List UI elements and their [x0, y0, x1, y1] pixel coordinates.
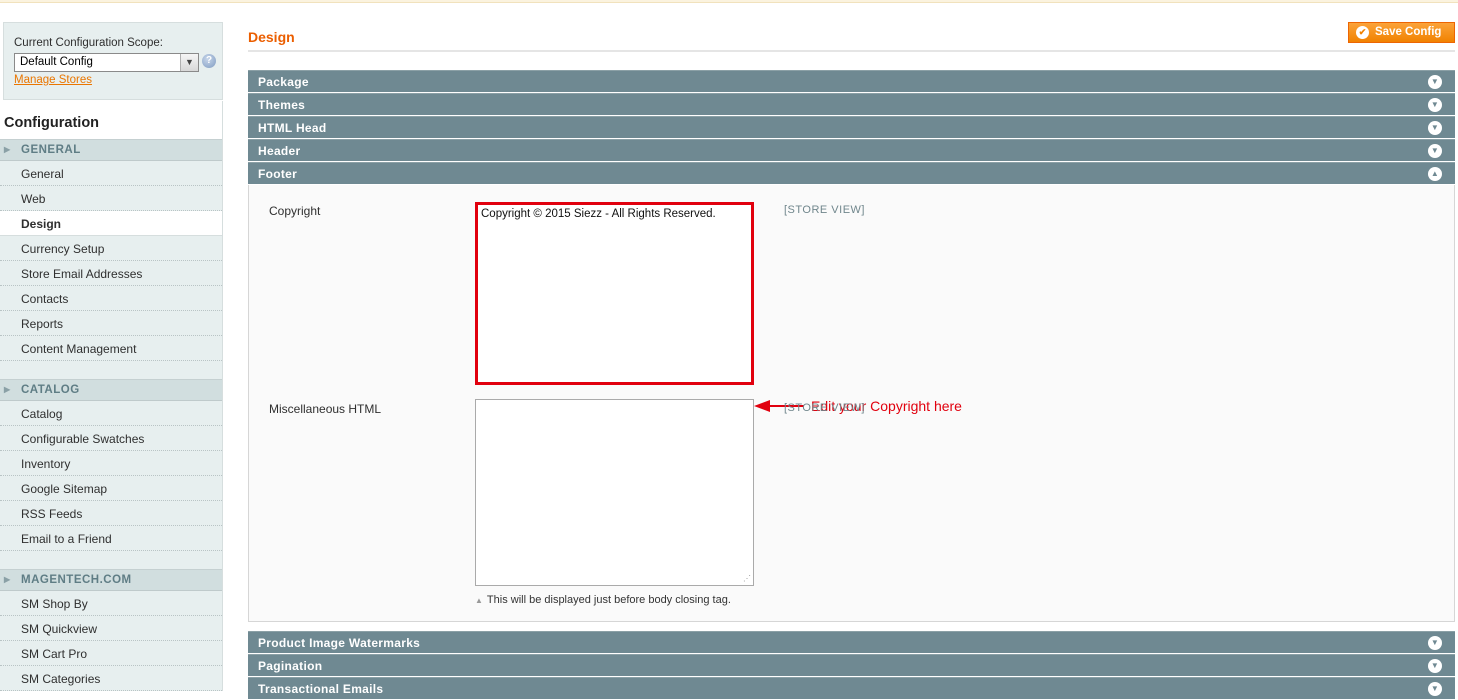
- sidebar: Current Configuration Scope: Default Con…: [0, 22, 223, 700]
- main-content: Design ✔ Save Config Package ▼ Themes ▼ …: [248, 22, 1456, 700]
- copyright-scope: [STORE VIEW]: [784, 204, 865, 216]
- section-pagination[interactable]: Pagination ▼: [248, 654, 1455, 676]
- configuration-title: Configuration: [0, 101, 223, 139]
- section-title: Header: [258, 144, 301, 158]
- nav-item-content-management[interactable]: Content Management: [0, 336, 222, 361]
- scope-select[interactable]: Default Config ▼: [14, 53, 199, 72]
- chevron-down-icon: ▼: [1428, 682, 1442, 696]
- misc-html-note-text: This will be displayed just before body …: [486, 594, 731, 606]
- section-package[interactable]: Package ▼: [248, 70, 1455, 92]
- nav-item-rss-feeds[interactable]: RSS Feeds: [0, 501, 222, 526]
- nav-group-label: GENERAL: [21, 144, 81, 156]
- nav-item-design[interactable]: Design: [0, 211, 222, 236]
- page-title: Design: [248, 29, 295, 45]
- nav-item-google-sitemap[interactable]: Google Sitemap: [0, 476, 222, 501]
- save-config-label: Save Config: [1375, 26, 1442, 38]
- misc-html-label: Miscellaneous HTML: [269, 402, 382, 416]
- nav-item-general[interactable]: General: [0, 161, 222, 186]
- nav-item-catalog[interactable]: Catalog: [0, 401, 222, 426]
- expand-triangle-icon: ▶: [4, 385, 11, 394]
- chevron-down-icon: ▼: [180, 54, 198, 71]
- section-title: Transactional Emails: [258, 682, 384, 696]
- section-product-image-watermarks[interactable]: Product Image Watermarks ▼: [248, 631, 1455, 653]
- nav-item-sm-quickview[interactable]: SM Quickview: [0, 616, 222, 641]
- nav-item-web[interactable]: Web: [0, 186, 222, 211]
- section-footer[interactable]: Footer ▲: [248, 162, 1455, 184]
- help-icon[interactable]: ?: [202, 54, 216, 68]
- nav-spacer: [0, 551, 222, 569]
- section-title: Package: [258, 75, 309, 89]
- section-themes[interactable]: Themes ▼: [248, 93, 1455, 115]
- resize-grip-icon[interactable]: ⋰: [743, 574, 751, 583]
- chevron-up-icon: ▲: [1428, 167, 1442, 181]
- nav-item-inventory[interactable]: Inventory: [0, 451, 222, 476]
- title-divider: [248, 50, 1455, 52]
- save-icon: ✔: [1356, 26, 1369, 39]
- scope-select-value: Default Config: [20, 56, 93, 68]
- note-triangle-icon: ▲: [475, 596, 483, 605]
- nav-spacer: [0, 361, 222, 379]
- save-config-button[interactable]: ✔ Save Config: [1348, 22, 1455, 43]
- nav-item-configurable-swatches[interactable]: Configurable Swatches: [0, 426, 222, 451]
- copyright-textarea[interactable]: Copyright © 2015 Siezz - All Rights Rese…: [475, 202, 754, 385]
- chevron-down-icon: ▼: [1428, 75, 1442, 89]
- footer-section-body: Copyright Copyright © 2015 Siezz - All R…: [248, 185, 1455, 622]
- nav-group-label: CATALOG: [21, 384, 80, 396]
- top-border: [0, 0, 1458, 3]
- nav-item-reports[interactable]: Reports: [0, 311, 222, 336]
- section-title: Themes: [258, 98, 306, 112]
- misc-html-textarea[interactable]: ⋰: [475, 399, 754, 586]
- chevron-down-icon: ▼: [1428, 659, 1442, 673]
- section-html-head[interactable]: HTML Head ▼: [248, 116, 1455, 138]
- nav-item-sm-categories[interactable]: SM Categories: [0, 666, 222, 691]
- section-transactional-emails[interactable]: Transactional Emails ▼: [248, 677, 1455, 699]
- nav-item-contacts[interactable]: Contacts: [0, 286, 222, 311]
- expand-triangle-icon: ▶: [4, 575, 11, 584]
- scope-switcher: Current Configuration Scope: Default Con…: [3, 22, 223, 100]
- nav-item-currency-setup[interactable]: Currency Setup: [0, 236, 222, 261]
- nav-item-sm-cart-pro[interactable]: SM Cart Pro: [0, 641, 222, 666]
- section-header[interactable]: Header ▼: [248, 139, 1455, 161]
- misc-html-scope: [STORE VIEW]: [784, 402, 865, 414]
- nav-item-email-to-a-friend[interactable]: Email to a Friend: [0, 526, 222, 551]
- nav-group-magentech[interactable]: ▶ MAGENTECH.COM: [0, 569, 222, 591]
- misc-html-note: ▲ This will be displayed just before body…: [475, 594, 731, 606]
- nav-item-sm-shop-by[interactable]: SM Shop By: [0, 591, 222, 616]
- section-title: Pagination: [258, 659, 323, 673]
- chevron-down-icon: ▼: [1428, 98, 1442, 112]
- chevron-down-icon: ▼: [1428, 636, 1442, 650]
- copyright-label: Copyright: [269, 204, 321, 218]
- scope-label: Current Configuration Scope:: [14, 37, 163, 49]
- nav-group-catalog[interactable]: ▶ CATALOG: [0, 379, 222, 401]
- manage-stores-link[interactable]: Manage Stores: [14, 74, 92, 86]
- copyright-value: Copyright © 2015 Siezz - All Rights Rese…: [481, 208, 716, 220]
- nav-item-store-email-addresses[interactable]: Store Email Addresses: [0, 261, 222, 286]
- section-title: HTML Head: [258, 121, 327, 135]
- section-title: Footer: [258, 167, 298, 181]
- chevron-down-icon: ▼: [1428, 144, 1442, 158]
- config-nav: ▶ GENERAL General Web Design Currency Se…: [0, 139, 223, 691]
- expand-triangle-icon: ▶: [4, 145, 11, 154]
- nav-group-general[interactable]: ▶ GENERAL: [0, 139, 222, 161]
- section-title: Product Image Watermarks: [258, 636, 421, 650]
- nav-group-label: MAGENTECH.COM: [21, 574, 132, 586]
- chevron-down-icon: ▼: [1428, 121, 1442, 135]
